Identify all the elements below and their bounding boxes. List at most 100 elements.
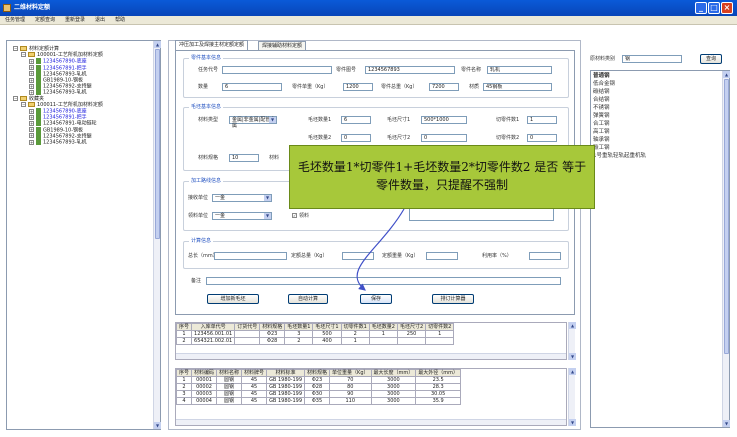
quota-weight-input[interactable] [426,252,458,260]
category-item[interactable]: 低合金钢 [593,80,615,88]
column-header[interactable]: 材料名称 [216,369,243,377]
table1-hscroll[interactable] [176,353,566,359]
column-header[interactable]: 材料牌号 [241,369,268,377]
auto-calc-button[interactable]: 自动计算 [288,294,328,304]
process-route-input[interactable] [409,207,554,221]
column-header[interactable]: 切零件数1 [340,323,370,331]
material-type-select[interactable]: 金属|非金属|配管金属 ▼ [229,116,277,129]
chevron-down-icon[interactable]: ▼ [264,195,271,201]
table-row[interactable]: 1 123456.001.01 Φ23 3 500 2 1 250 1 [175,330,455,338]
expand-icon[interactable]: + [29,89,34,95]
expand-icon[interactable]: + [29,65,34,71]
column-header[interactable]: 毛坯尺寸1 [312,323,342,331]
blank-qty2-input[interactable]: 0 [341,134,371,142]
part-name-input[interactable]: 轧机 [487,66,552,74]
add-blank-button[interactable]: 增加新毛坯 [207,294,259,304]
category-item[interactable]: 普通钢 [593,72,610,80]
category-item[interactable]: 合结钢 [593,96,610,104]
category-item[interactable]: 高工钢 [593,128,610,136]
column-header[interactable]: 单位重量（Kg） [329,369,372,377]
expand-icon[interactable]: + [29,120,34,126]
material-input[interactable]: 45钢板 [483,83,552,91]
menu-help[interactable]: 帮助 [110,16,130,25]
table1-vscroll[interactable]: ▲ ▼ [568,322,576,360]
category-item[interactable]: 弹簧钢 [593,112,610,120]
total-weight-input[interactable]: 7200 [429,83,459,91]
column-header[interactable]: 材料编码 [191,369,218,377]
blank-size1-input[interactable]: 500*1000 [421,116,467,124]
category-scrollbar[interactable]: ▲ ▼ [722,71,730,427]
table-row[interactable]: 4 00004 圆钢 45 GB 1980-199 Φ35 110 3000 35.9 [175,397,462,405]
expand-icon[interactable]: + [29,83,34,89]
expand-icon[interactable]: + [29,127,34,133]
checkbox-icon[interactable]: ✓ [292,213,297,218]
quota-total-input[interactable] [342,252,374,260]
tree-item[interactable]: − 收藏夹 [13,95,44,102]
table2-vscroll[interactable]: ▲ ▼ [568,368,576,426]
unit-weight-input[interactable]: 1200 [343,83,373,91]
expand-icon[interactable]: − [13,46,18,51]
tree-item[interactable]: − 100011-工艺所机加材料定额 [21,101,103,108]
expand-icon[interactable]: + [29,58,34,64]
table-row[interactable]: 2 00002 圆钢 45 GB 1980-199 Φ28 80 3000 28.3 [175,383,462,391]
column-header[interactable]: 毛坯数量1 [284,323,314,331]
length-input[interactable] [214,252,287,260]
table-row[interactable]: 1 00001 圆钢 45 GB 1980-199 Φ23 70 3000 23.5 [175,376,462,384]
recv-unit-select[interactable]: 一金 ▼ [212,194,272,202]
chevron-down-icon[interactable]: ▼ [264,213,271,219]
category-item[interactable]: 1号重轨轻轨起重机轨 [593,152,646,160]
category-item[interactable]: 碳工钢 [593,144,610,152]
category-item[interactable]: 轴承钢 [593,136,610,144]
blank-size2-input[interactable]: 0 [421,134,467,142]
menu-query[interactable]: 定额查询 [30,16,60,25]
blank-qty1-input[interactable]: 6 [341,116,371,124]
expand-icon[interactable]: − [21,101,26,107]
chevron-down-icon[interactable]: ▼ [269,117,276,123]
category-item[interactable]: 碳结钢 [593,88,610,96]
table-row[interactable]: 2 654321.002.01 Φ28 2 400 1 [175,337,455,345]
category-item[interactable]: 不锈钢 [593,104,610,112]
expand-icon[interactable]: + [29,77,34,83]
column-header[interactable]: 最大外径（mm） [415,369,462,377]
column-header[interactable]: 材料标准 [266,369,306,377]
expand-icon[interactable]: + [29,139,34,145]
task-no-input[interactable] [222,66,332,74]
tab-stamping[interactable]: 冲压加工及焊接主材定额定额 [175,40,249,50]
column-header[interactable]: 材料规格 [259,323,286,331]
query-button[interactable]: 查询 [700,54,722,64]
column-header[interactable]: 序号 [175,323,193,331]
column-header[interactable]: 毛坯尺寸2 [396,323,427,331]
table-row[interactable]: 3 00003 圆钢 45 GB 1980-199 Φ30 90 3000 30.05 [175,390,462,398]
menu-exit[interactable]: 退出 [90,16,110,25]
cut2-input[interactable]: 0 [527,134,557,142]
table2-hscroll[interactable] [176,419,566,425]
expand-icon[interactable]: + [29,71,34,77]
expand-icon[interactable]: − [13,95,18,101]
qty-input[interactable]: 6 [222,83,282,91]
tree-item[interactable]: − 100001-工艺所机加材料定额 [21,52,103,58]
spec-input[interactable]: 10 [229,154,259,162]
maximize-icon[interactable]: □ [708,2,720,14]
column-header[interactable]: 切零件数2 [425,323,455,331]
expand-icon[interactable]: + [29,114,34,120]
column-header[interactable]: 订货代号 [234,323,261,331]
save-button[interactable]: 保存 [360,294,392,304]
category-item[interactable]: 合工钢 [593,120,610,128]
material-category-input[interactable]: 钢 [622,55,682,63]
expand-icon[interactable]: + [29,133,34,139]
order-calc-button[interactable]: 排订计算器 [432,294,474,304]
expand-icon[interactable]: + [29,108,34,114]
pick-unit-select[interactable]: 一金 ▼ [212,212,272,220]
column-header[interactable]: 材料规格 [304,369,331,377]
tab-welding[interactable]: 焊接辅助材料定额 [258,41,307,50]
expand-icon[interactable]: − [21,52,26,58]
cut1-input[interactable]: 1 [527,116,557,124]
part-no-input[interactable]: 1234567893 [365,66,455,74]
column-header[interactable]: 入库单代号 [191,323,236,331]
column-header[interactable]: 序号 [175,369,193,377]
minimize-icon[interactable]: _ [695,2,707,14]
column-header[interactable]: 最大长度（mm） [370,369,417,377]
pick-check-wrap[interactable]: ✓ 领料 [292,212,309,220]
rate-input[interactable] [529,252,561,260]
menu-relogin[interactable]: 重新登录 [60,16,90,25]
